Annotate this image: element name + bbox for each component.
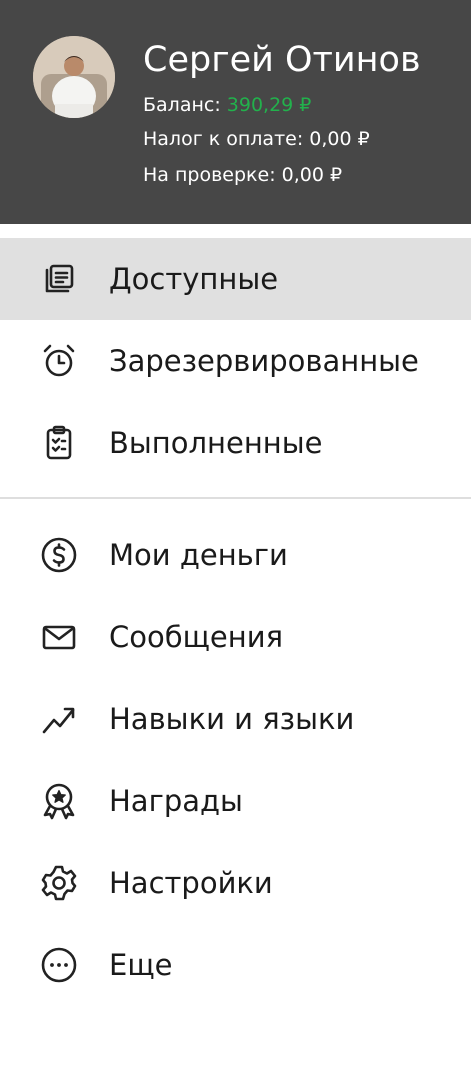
menu-item-my-money[interactable]: Мои деньги <box>0 514 471 596</box>
more-dots-icon <box>38 944 80 986</box>
alarm-clock-icon <box>38 340 80 382</box>
envelope-icon <box>38 616 80 658</box>
menu-item-awards[interactable]: Награды <box>0 760 471 842</box>
award-badge-icon <box>38 780 80 822</box>
menu-item-completed[interactable]: Выполненные <box>0 402 471 484</box>
menu-item-messages[interactable]: Сообщения <box>0 596 471 678</box>
menu-divider <box>0 497 471 499</box>
tax-line: Налог к оплате: 0,00 ₽ <box>143 128 370 150</box>
trending-up-icon <box>38 698 80 740</box>
review-line: На проверке: 0,00 ₽ <box>143 164 343 186</box>
user-name: Сергей Отинов <box>143 40 421 80</box>
avatar[interactable] <box>33 36 115 118</box>
gear-icon <box>38 862 80 904</box>
menu-item-settings[interactable]: Настройки <box>0 842 471 924</box>
dollar-circle-icon <box>38 534 80 576</box>
balance-label: Баланс: <box>143 94 227 116</box>
menu-item-label: Выполненные <box>109 426 323 460</box>
menu-item-available[interactable]: Доступные <box>0 238 471 320</box>
menu-item-skills-languages[interactable]: Навыки и языки <box>0 678 471 760</box>
menu-item-label: Навыки и языки <box>109 702 355 736</box>
clipboard-check-icon <box>38 422 80 464</box>
menu-item-reserved[interactable]: Зарезервированные <box>0 320 471 402</box>
navigation-menu: Доступные Зарезервированные Выполненные <box>0 238 471 1006</box>
menu-item-label: Еще <box>109 948 173 982</box>
menu-item-label: Награды <box>109 784 243 818</box>
document-list-icon <box>38 258 80 300</box>
menu-item-label: Мои деньги <box>109 538 288 572</box>
menu-item-label: Настройки <box>109 866 273 900</box>
menu-item-more[interactable]: Еще <box>0 924 471 1006</box>
menu-item-label: Доступные <box>109 262 279 296</box>
balance-line: Баланс: 390,29 ₽ <box>143 93 311 117</box>
profile-header: Сергей Отинов Баланс: 390,29 ₽ Налог к о… <box>0 0 471 224</box>
menu-item-label: Сообщения <box>109 620 284 654</box>
balance-value: 390,29 ₽ <box>226 94 312 116</box>
menu-item-label: Зарезервированные <box>109 344 419 378</box>
